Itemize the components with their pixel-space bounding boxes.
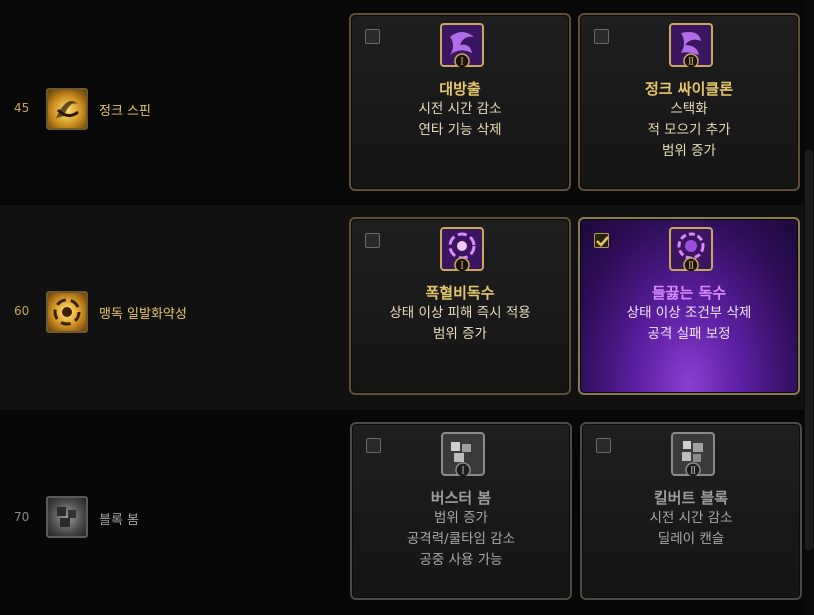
augment-title: 폭혈비독수 [425,284,495,302]
checkmark-icon [596,236,609,247]
augment-icon: Ⅱ [669,23,713,69]
roman-numeral: Ⅱ [688,262,694,272]
augment-option-1[interactable]: Ⅰ 폭혈비독수 상태 이상 피해 즉시 적용 범위 증가 [349,217,571,395]
skill-level: 70 [14,510,30,524]
roman-numeral: Ⅱ [690,467,696,477]
augment-icon: Ⅰ [441,432,485,478]
augment-title: 킬버트 블록 [653,489,729,507]
scroll-thumb[interactable] [805,150,813,550]
augment-icon: Ⅱ [671,432,715,478]
augment-title: 버스터 봄 [430,489,492,507]
skill-name: 맹독 일발화약성 [99,307,187,322]
roman-numeral: Ⅱ [688,58,694,68]
augment-title: 들끓는 독수 [651,284,727,302]
augment-option-2[interactable]: Ⅱ 들끓는 독수 상태 이상 조건부 삭제 공격 실패 보정 [578,217,800,395]
roman-numeral: Ⅰ [460,58,464,68]
augment-option-1[interactable]: Ⅰ 대방출 시전 시간 감소 연타 기능 삭제 [349,13,571,191]
augment-title: 정크 싸이클론 [644,80,734,98]
option-checkbox[interactable] [594,29,609,44]
augment-description: 상태 이상 피해 즉시 적용 범위 증가 [389,305,531,342]
augment-icon: Ⅰ [440,227,484,273]
option-checkbox[interactable] [594,233,609,248]
venom-burst-icon [46,291,88,333]
skill-row-45: 45 정크 스핀 Ⅰ 대방출 시전 시간 감소 연타 기능 삭제 Ⅱ 정크 싸이… [0,0,814,205]
augment-icon: Ⅰ [440,23,484,69]
augment-description: 스택화 적 모으기 추가 범위 증가 [647,101,731,159]
option-checkbox[interactable] [365,29,380,44]
augment-description: 상태 이상 조건부 삭제 공격 실패 보정 [626,305,752,342]
option-checkbox[interactable] [596,438,611,453]
augment-icon: Ⅱ [669,227,713,273]
option-checkbox[interactable] [366,438,381,453]
augment-description: 시전 시간 감소 딜레이 캔슬 [649,510,733,547]
skill-row-60: 60 맹독 일발화약성 Ⅰ 폭혈비독수 상태 이상 피해 즉시 적용 범위 증가 [0,205,814,410]
skill-name: 블록 봄 [99,513,140,528]
augment-option-2[interactable]: Ⅱ 킬버트 블록 시전 시간 감소 딜레이 캔슬 [580,422,802,600]
augment-option-1[interactable]: Ⅰ 버스터 봄 범위 증가 공격력/쿨타임 감소 공중 사용 가능 [350,422,572,600]
skill-level: 45 [14,101,30,115]
augment-title: 대방출 [439,80,481,98]
scrollbar[interactable] [804,0,814,615]
augment-option-2[interactable]: Ⅱ 정크 싸이클론 스택화 적 모으기 추가 범위 증가 [578,13,800,191]
skill-level: 60 [14,304,30,318]
roman-numeral: Ⅰ [461,467,465,477]
augment-description: 시전 시간 감소 연타 기능 삭제 [418,101,502,138]
augment-description: 범위 증가 공격력/쿨타임 감소 공중 사용 가능 [406,510,516,568]
roman-numeral: Ⅰ [460,262,464,272]
block-bomb-icon [46,496,88,538]
skill-name: 정크 스핀 [99,104,151,119]
junk-spin-icon [46,88,88,130]
option-checkbox[interactable] [365,233,380,248]
skill-row-70: 70 블록 봄 Ⅰ 버스터 봄 범위 증가 공격력/쿨타임 감소 공중 사용 가… [0,410,814,615]
